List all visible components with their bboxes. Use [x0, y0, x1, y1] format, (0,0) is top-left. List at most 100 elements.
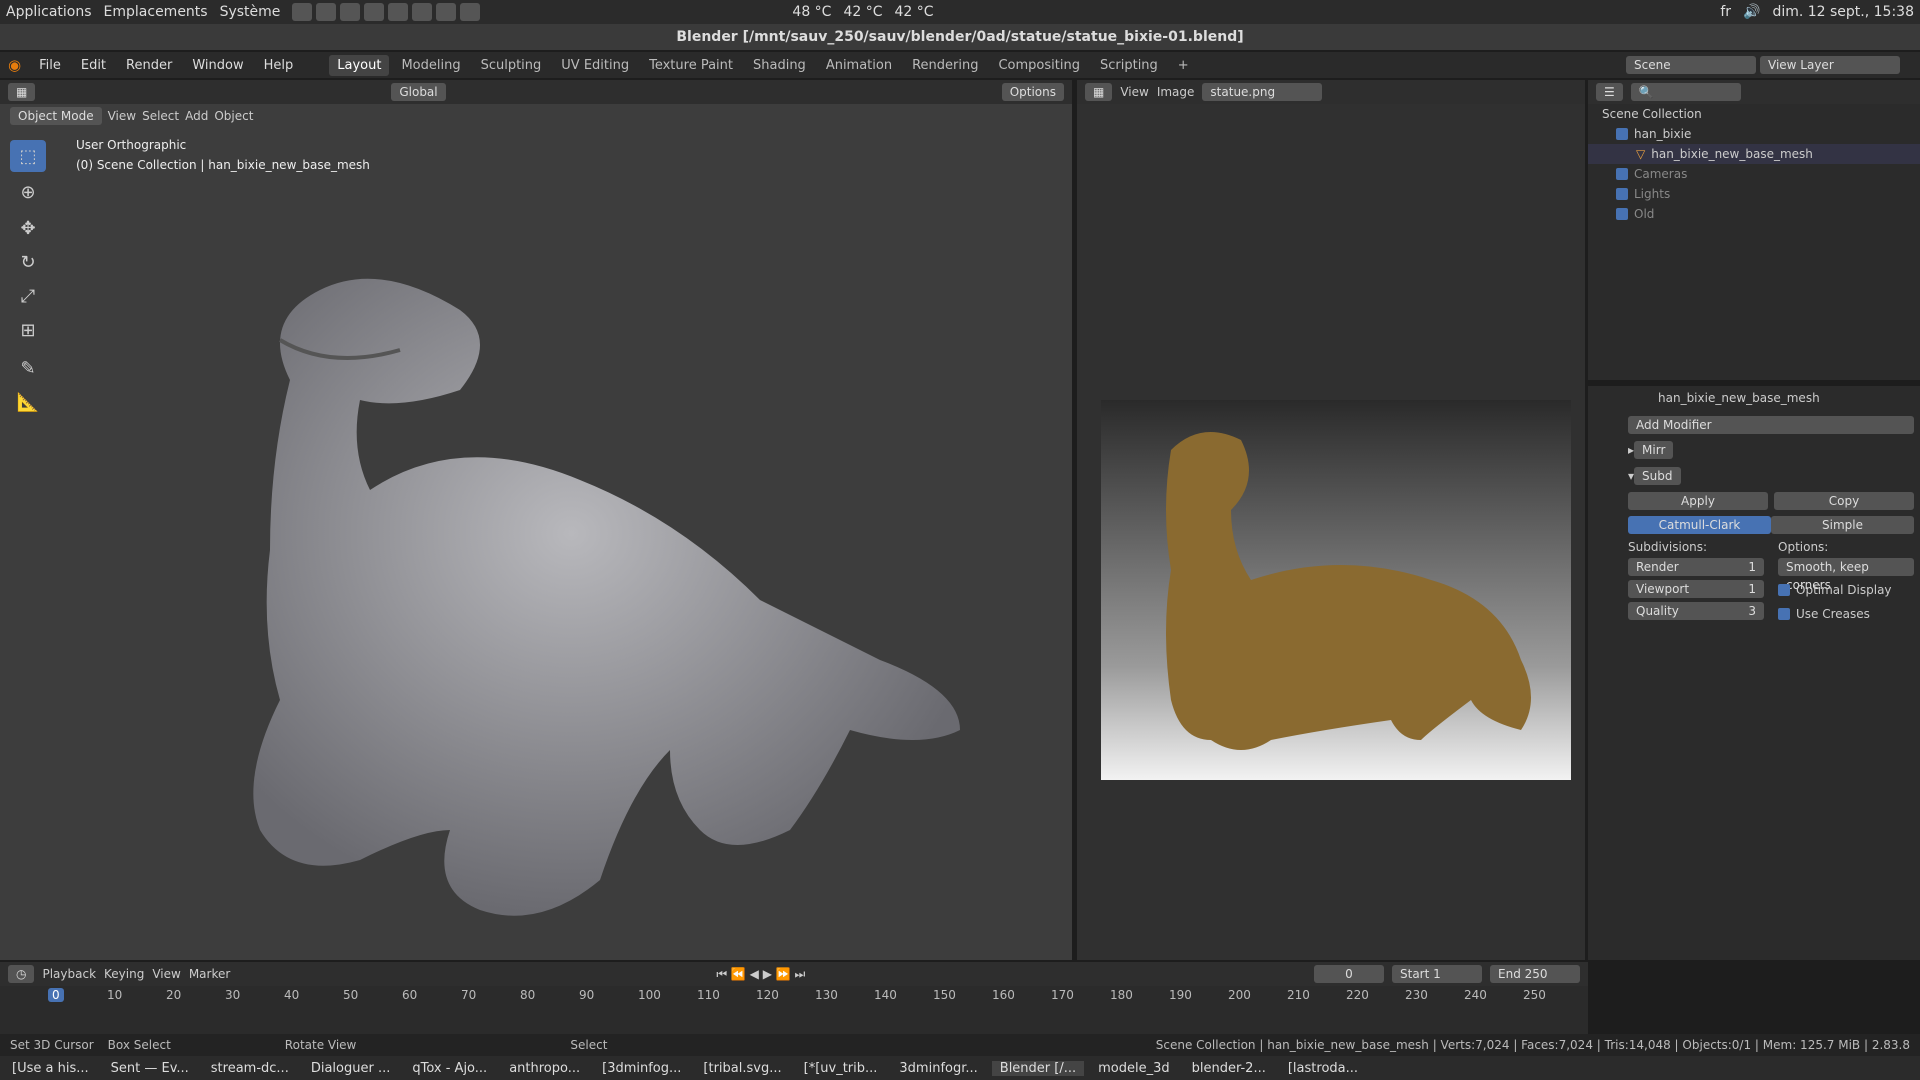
apply-button[interactable]: Apply — [1628, 492, 1768, 510]
menu-help[interactable]: Help — [256, 56, 302, 75]
tab-animation[interactable]: Animation — [818, 55, 900, 76]
outliner-item-cameras[interactable]: Cameras — [1588, 164, 1920, 184]
end-frame-field[interactable]: End 250 — [1490, 965, 1580, 983]
timeline-menu-keying[interactable]: Keying — [104, 967, 144, 981]
editor-type-button[interactable]: ◷ — [8, 965, 35, 983]
tab-layout[interactable]: Layout — [329, 54, 390, 76]
outliner-search[interactable]: 🔍 — [1630, 83, 1741, 101]
orientation-dropdown[interactable]: Global — [391, 83, 446, 101]
render-field[interactable]: Render 1 — [1628, 558, 1764, 576]
menu-render[interactable]: Render — [118, 56, 180, 75]
checkbox[interactable] — [1616, 168, 1628, 180]
image-editor[interactable]: ▦ View Image statue.png — [1077, 80, 1585, 960]
taskbar-item[interactable]: modele_3d — [1090, 1061, 1178, 1076]
measure-tool-icon[interactable]: 📐 — [10, 386, 46, 418]
editor-type-button[interactable]: ▦ — [8, 83, 36, 101]
rotate-tool-icon[interactable]: ↻ — [10, 246, 46, 278]
scene-selector[interactable]: Scene — [1626, 56, 1756, 74]
playback-controls[interactable]: ⏮ ⏪ ◀ ▶ ⏩ ⏭ — [716, 967, 805, 982]
taskbar-item[interactable]: blender-2... — [1184, 1061, 1274, 1076]
tab-modeling[interactable]: Modeling — [393, 55, 468, 76]
app-icon[interactable] — [364, 3, 385, 21]
options-dropdown[interactable]: Options — [1001, 83, 1064, 101]
menu-file[interactable]: File — [31, 56, 69, 75]
viewport-field[interactable]: Viewport 1 — [1628, 580, 1764, 598]
menu-window[interactable]: Window — [184, 56, 251, 75]
taskbar-item[interactable]: [*[uv_trib... — [796, 1061, 886, 1076]
view-layer-selector[interactable]: View Layer — [1760, 56, 1900, 74]
image-menu-view[interactable]: View — [1120, 85, 1148, 99]
copy-button[interactable]: Copy — [1774, 492, 1914, 510]
taskbar-item[interactable]: [3dminfog... — [594, 1061, 689, 1076]
taskbar-item[interactable]: qTox - Ajo... — [404, 1061, 495, 1076]
properties-panel[interactable]: han_bixie_new_base_mesh Add Modifier ▸ M… — [1588, 386, 1920, 960]
app-icon[interactable] — [316, 3, 337, 21]
tab-rendering[interactable]: Rendering — [904, 55, 986, 76]
use-creases-checkbox[interactable]: Use Creases — [1778, 604, 1914, 624]
quality-field[interactable]: Quality 3 — [1628, 602, 1764, 620]
scale-tool-icon[interactable]: ⤢ — [10, 280, 46, 312]
add-workspace-button[interactable]: + — [1170, 55, 1197, 76]
outliner-item-old[interactable]: Old — [1588, 204, 1920, 224]
editor-type-button[interactable]: ▦ — [1085, 83, 1113, 101]
tab-scripting[interactable]: Scripting — [1092, 55, 1166, 76]
applications-menu[interactable]: Applications — [6, 4, 92, 20]
scene-collection-row[interactable]: Scene Collection — [1588, 104, 1920, 124]
tab-texture-paint[interactable]: Texture Paint — [641, 55, 741, 76]
taskbar-item[interactable]: Sent — Ev... — [103, 1061, 197, 1076]
viewport-menu-add[interactable]: Add — [185, 109, 208, 123]
statue-mesh[interactable] — [200, 230, 1000, 930]
add-modifier-dropdown[interactable]: Add Modifier — [1628, 416, 1914, 434]
places-menu[interactable]: Emplacements — [104, 4, 208, 20]
catmull-clark-button[interactable]: Catmull-Clark — [1628, 516, 1771, 534]
image-name-field[interactable]: statue.png — [1202, 83, 1323, 101]
outliner-item-han-bixie[interactable]: han_bixie — [1588, 124, 1920, 144]
taskbar-item[interactable]: [lastroda... — [1280, 1061, 1366, 1076]
timeline-menu-marker[interactable]: Marker — [189, 967, 230, 981]
app-icon[interactable] — [340, 3, 361, 21]
select-tool-icon[interactable]: ⬚ — [10, 140, 46, 172]
tab-sculpting[interactable]: Sculpting — [473, 55, 550, 76]
taskbar-item[interactable]: Blender [/... — [991, 1060, 1085, 1076]
optimal-display-checkbox[interactable]: Optimal Display — [1778, 580, 1914, 600]
app-icon[interactable] — [412, 3, 433, 21]
image-menu-image[interactable]: Image — [1157, 85, 1195, 99]
volume-icon[interactable]: 🔊 — [1743, 4, 1760, 20]
viewport-menu-object[interactable]: Object — [214, 109, 253, 123]
taskbar-item[interactable]: [tribal.svg... — [695, 1061, 789, 1076]
viewport-menu-select[interactable]: Select — [142, 109, 179, 123]
transform-tool-icon[interactable]: ⊞ — [10, 314, 46, 346]
outliner-item-lights[interactable]: Lights — [1588, 184, 1920, 204]
timeline-menu-view[interactable]: View — [152, 967, 180, 981]
move-tool-icon[interactable]: ✥ — [10, 212, 46, 244]
mode-dropdown[interactable]: Object Mode — [10, 107, 102, 125]
taskbar-item[interactable]: anthropo... — [501, 1061, 588, 1076]
taskbar-item[interactable]: 3dminfogr... — [891, 1061, 985, 1076]
checkbox[interactable] — [1616, 208, 1628, 220]
clock[interactable]: dim. 12 sept., 15:38 — [1772, 4, 1914, 20]
modifier-subsurf[interactable]: ▾ Subd — [1628, 466, 1914, 486]
tab-compositing[interactable]: Compositing — [990, 55, 1088, 76]
language-indicator[interactable]: fr — [1720, 4, 1731, 20]
modifier-mirror[interactable]: ▸ Mirr — [1628, 440, 1914, 460]
menu-edit[interactable]: Edit — [73, 56, 114, 75]
app-icon[interactable] — [388, 3, 409, 21]
taskbar-item[interactable]: stream-dc... — [203, 1061, 297, 1076]
simple-button[interactable]: Simple — [1771, 516, 1914, 534]
app-icon[interactable] — [436, 3, 457, 21]
tab-shading[interactable]: Shading — [745, 55, 814, 76]
taskbar-item[interactable]: Dialoguer ... — [303, 1061, 399, 1076]
system-menu[interactable]: Système — [220, 4, 281, 20]
editor-type-button[interactable]: ☰ — [1596, 83, 1623, 101]
tab-uv-editing[interactable]: UV Editing — [553, 55, 637, 76]
blender-logo-icon[interactable]: ◉ — [8, 56, 21, 74]
start-frame-field[interactable]: Start 1 — [1392, 965, 1482, 983]
frame-ruler[interactable]: 0 10 20 30 40 50 60 70 80 90 100 110 120 130 140 150 160… — [0, 986, 1588, 1006]
timeline[interactable]: ◷ Playback Keying View Marker ⏮ ⏪ ◀ ▶ ⏩ … — [0, 962, 1588, 1042]
app-icon[interactable] — [460, 3, 481, 21]
app-icon[interactable] — [292, 3, 313, 21]
outliner[interactable]: ☰ 🔍 Scene Collection han_bixie ▽ han_bixi… — [1588, 80, 1920, 380]
checkbox[interactable] — [1616, 128, 1628, 140]
uv-smooth-dropdown[interactable]: Smooth, keep corners — [1778, 558, 1914, 592]
cursor-tool-icon[interactable]: ⊕ — [10, 176, 46, 208]
